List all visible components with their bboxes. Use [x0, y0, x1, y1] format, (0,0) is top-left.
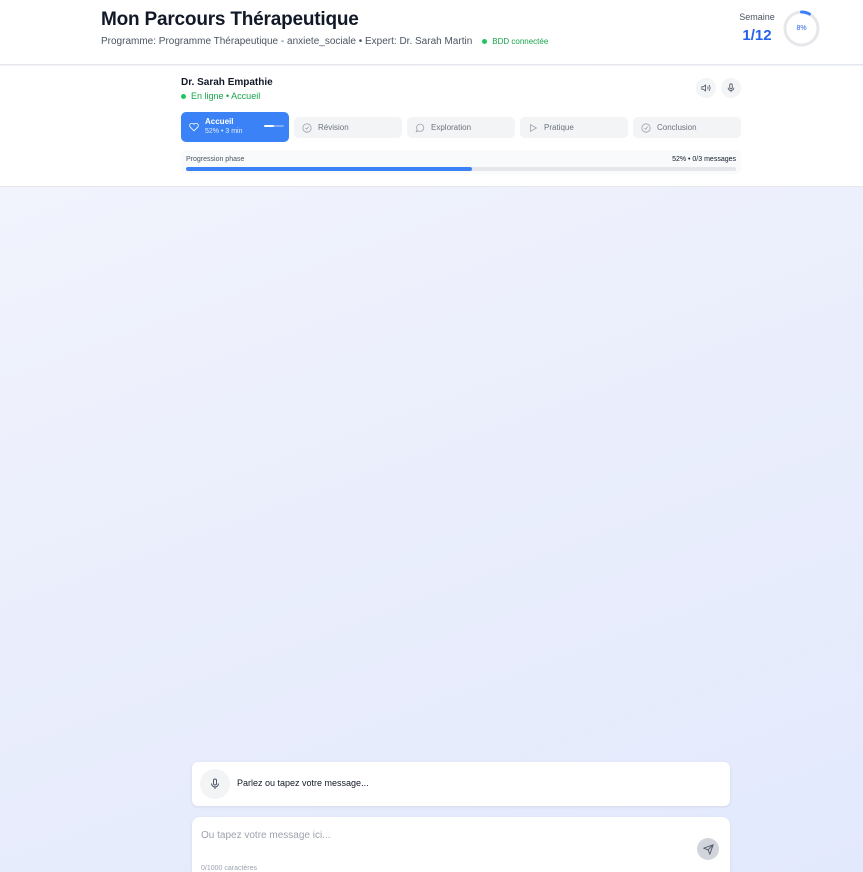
week-indicator: Semaine 1/12 [733, 12, 781, 44]
phase-label: Accueil [205, 117, 234, 126]
week-value: 1/12 [742, 27, 772, 44]
top-header: Mon Parcours Thérapeutique Programme: Pr… [0, 0, 863, 65]
week-label: Semaine [739, 12, 775, 22]
phase-label: Exploration [431, 123, 472, 132]
phase-tab-conclusion[interactable]: Conclusion [633, 117, 741, 138]
phase-progress-bar [186, 167, 736, 171]
voice-record-button[interactable] [200, 769, 230, 799]
therapist-status-label: En ligne • Accueil [191, 91, 261, 101]
phase-meta: 52% • 3 min [205, 128, 243, 135]
message-input[interactable] [201, 827, 681, 843]
session-panel: Dr. Sarah Empathie En ligne • Accueil Ac… [0, 66, 863, 187]
program-text: Programme: Programme Thérapeutique - anx… [101, 36, 473, 47]
phase-tab-accueil[interactable]: Accueil 52% • 3 min [181, 112, 289, 142]
db-status-label: BDD connectée [492, 37, 549, 46]
phase-tab-revision[interactable]: Révision [294, 117, 402, 138]
send-icon [702, 843, 714, 855]
voice-prompt: Parlez ou tapez votre message... [237, 778, 369, 788]
microphone-icon [211, 778, 219, 789]
char-counter: 0/1000 caractères [201, 865, 258, 872]
phase-progress-card: Progression phase 52% • 0/3 messages [181, 150, 741, 174]
play-icon [530, 123, 538, 132]
program-info: Programme: Programme Thérapeutique - anx… [101, 36, 548, 47]
send-button[interactable] [697, 838, 719, 860]
status-dot-icon [482, 39, 488, 44]
phase-mini-progress [264, 125, 284, 127]
db-status-badge: BDD connectée [482, 37, 548, 46]
microphone-button[interactable] [721, 78, 741, 98]
phase-label: Conclusion [657, 123, 697, 132]
phase-label: Révision [318, 123, 349, 132]
overall-progress-ring: 8% [782, 9, 821, 48]
speaker-icon [701, 84, 711, 92]
therapist-name: Dr. Sarah Empathie [181, 77, 273, 88]
phase-tab-exploration[interactable]: Exploration [407, 117, 515, 138]
phase-progress-label: Progression phase [186, 156, 245, 163]
overall-progress-label: 8% [796, 25, 807, 32]
speaker-button[interactable] [696, 78, 716, 98]
check-circle-icon [302, 122, 312, 133]
check-circle-icon [641, 122, 651, 133]
message-circle-icon [415, 123, 425, 133]
phase-mini-progress-fill [264, 125, 275, 127]
voice-input-bar[interactable]: Parlez ou tapez votre message... [192, 762, 730, 806]
therapist-status: En ligne • Accueil [181, 91, 260, 101]
phase-progress-meta: 52% • 0/3 messages [672, 156, 736, 163]
phase-label: Pratique [544, 123, 574, 132]
page-title: Mon Parcours Thérapeutique [101, 9, 359, 30]
message-composer: 0/1000 caractères [192, 817, 730, 872]
online-dot-icon [181, 93, 186, 99]
microphone-icon [727, 83, 735, 93]
heart-icon [189, 122, 199, 132]
phase-tab-pratique[interactable]: Pratique [520, 117, 628, 138]
phase-progress-fill [186, 167, 472, 171]
